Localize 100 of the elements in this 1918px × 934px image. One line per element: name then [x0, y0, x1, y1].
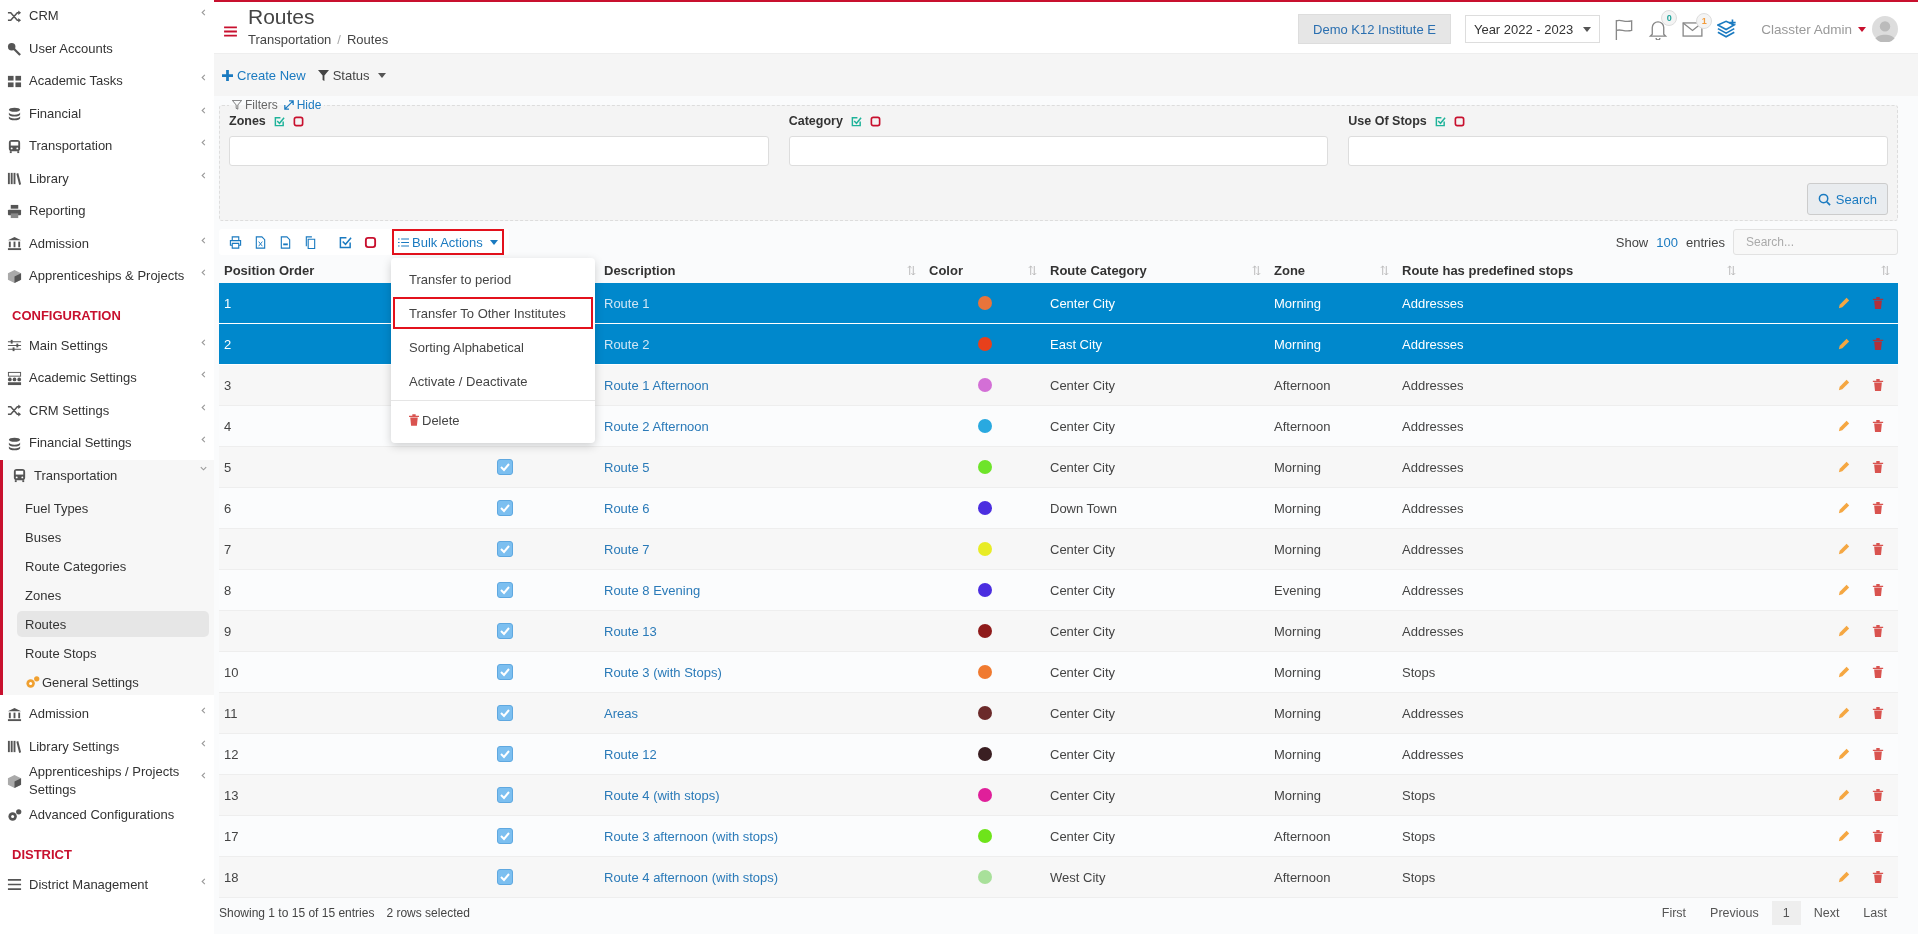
pencil-icon[interactable] — [1838, 461, 1850, 473]
pencil-icon[interactable] — [1838, 666, 1850, 678]
sidebar-item[interactable]: Buses — [17, 524, 209, 550]
route-link[interactable]: Route 1 Afternoon — [604, 377, 709, 393]
sidebar-item[interactable]: Transportation — [3, 459, 214, 492]
breadcrumb-item[interactable]: Transportation — [248, 32, 332, 47]
pencil-icon[interactable] — [1838, 297, 1850, 309]
route-link[interactable]: Route 6 — [604, 500, 650, 516]
column-header[interactable]: Description — [604, 262, 676, 278]
route-link[interactable]: Route 4 afternoon (with stops) — [604, 869, 779, 885]
route-link[interactable]: Route 7 — [604, 541, 650, 557]
column-header[interactable]: Color — [929, 262, 963, 278]
sidebar-item[interactable]: Apprenticeships & Projects — [0, 260, 214, 293]
column-header[interactable]: Zone — [1274, 262, 1306, 278]
trash-icon[interactable] — [1872, 871, 1884, 883]
sort-icon[interactable] — [1727, 264, 1736, 276]
sidebar-item[interactable]: General Settings — [17, 669, 209, 695]
menu-item[interactable]: Transfer To Other Institutes — [393, 297, 593, 329]
pencil-icon[interactable] — [1838, 584, 1850, 596]
pencil-icon[interactable] — [1838, 789, 1850, 801]
sidebar-item[interactable]: Transportation — [0, 130, 214, 163]
route-link[interactable]: Route 8 Evening — [604, 582, 701, 598]
sidebar-item[interactable]: CRM Settings — [0, 394, 214, 427]
sidebar-item[interactable]: District Management — [0, 868, 214, 901]
status-dropdown[interactable]: Status — [317, 67, 386, 83]
sidebar-item[interactable]: Routes — [17, 611, 209, 637]
trash-icon[interactable] — [1872, 379, 1884, 391]
trash-icon[interactable] — [1872, 584, 1884, 596]
route-link[interactable]: Route 2 Afternoon — [604, 418, 709, 434]
trash-icon[interactable] — [1872, 830, 1884, 842]
checkbox[interactable] — [497, 664, 513, 680]
pencil-icon[interactable] — [1838, 338, 1850, 350]
year-dropdown[interactable]: Year 2022 - 2023 — [1464, 15, 1601, 43]
sort-icon[interactable] — [1380, 264, 1389, 276]
trash-icon[interactable] — [1872, 707, 1884, 719]
column-header[interactable]: Route Category — [1050, 262, 1147, 278]
pencil-icon[interactable] — [1838, 502, 1850, 514]
create-new-button[interactable]: Create New — [222, 67, 306, 83]
menu-item[interactable]: Delete — [393, 404, 593, 436]
pencil-icon[interactable] — [1838, 420, 1850, 432]
pencil-icon[interactable] — [1838, 543, 1850, 555]
table-search-field[interactable]: Search... — [1733, 229, 1898, 255]
sidebar-item[interactable]: Main Settings — [0, 329, 214, 362]
menu-item[interactable]: Activate / Deactivate — [393, 365, 593, 397]
mail-icon[interactable] — [1682, 21, 1704, 37]
sidebar-item[interactable]: Reporting — [0, 195, 214, 228]
pagination-button[interactable]: 1 — [1771, 901, 1801, 925]
trash-icon[interactable] — [1872, 502, 1884, 514]
menu-item[interactable]: Sorting Alphabetical — [393, 331, 593, 363]
checkbox[interactable] — [497, 828, 513, 844]
avatar[interactable] — [1872, 16, 1898, 42]
trash-icon[interactable] — [1872, 297, 1884, 309]
bell-icon[interactable] — [1648, 18, 1669, 40]
sidebar-item[interactable]: Fuel Types — [17, 495, 209, 521]
checkbox[interactable] — [497, 746, 513, 762]
checkbox[interactable] — [497, 869, 513, 885]
pagination-button[interactable]: Previous — [1699, 901, 1770, 925]
uncheck-all-icon[interactable] — [869, 115, 881, 127]
sidebar-item[interactable]: Admission — [0, 227, 214, 260]
checkbox[interactable] — [497, 582, 513, 598]
route-link[interactable]: Areas — [604, 705, 638, 721]
pencil-icon[interactable] — [1838, 379, 1850, 391]
sort-icon[interactable] — [1881, 264, 1890, 276]
trash-icon[interactable] — [1872, 666, 1884, 678]
route-link[interactable]: Route 3 (with Stops) — [604, 664, 722, 680]
sidebar-item[interactable]: Library — [0, 162, 214, 195]
trash-icon[interactable] — [1872, 789, 1884, 801]
column-header[interactable]: Route has predefined stops — [1402, 262, 1574, 278]
filter-input[interactable] — [788, 136, 1329, 166]
trash-icon[interactable] — [1872, 543, 1884, 555]
pencil-icon[interactable] — [1838, 748, 1850, 760]
route-link[interactable]: Route 3 afternoon (with stops) — [604, 828, 779, 844]
pencil-icon[interactable] — [1838, 830, 1850, 842]
page-size-select[interactable]: 100 — [1656, 234, 1678, 250]
pencil-icon[interactable] — [1838, 625, 1850, 637]
trash-icon[interactable] — [1872, 461, 1884, 473]
checkbox[interactable] — [497, 459, 513, 475]
route-link[interactable]: Route 13 — [604, 623, 657, 639]
check-all-icon[interactable] — [273, 115, 285, 127]
sort-icon[interactable] — [1028, 264, 1037, 276]
pagination-button[interactable]: Next — [1802, 901, 1851, 925]
check-all-icon[interactable] — [850, 115, 862, 127]
checkbox[interactable] — [497, 541, 513, 557]
checkbox[interactable] — [497, 787, 513, 803]
route-link[interactable]: Route 12 — [604, 746, 657, 762]
pencil-icon[interactable] — [1838, 707, 1850, 719]
sidebar-item[interactable]: Zones — [17, 582, 209, 608]
sidebar-item[interactable]: CRM — [0, 0, 214, 33]
pagination-button[interactable]: First — [1650, 901, 1698, 925]
layers-plus-icon[interactable] — [1717, 18, 1738, 40]
route-link[interactable]: Route 4 (with stops) — [604, 787, 720, 803]
check-all-icon[interactable] — [1434, 115, 1446, 127]
filter-input[interactable] — [1348, 136, 1888, 166]
checkbox[interactable] — [497, 623, 513, 639]
sidebar-item[interactable]: Admission — [0, 698, 214, 731]
search-button[interactable]: Search — [1806, 183, 1888, 215]
bulk-actions-button[interactable]: Bulk Actions — [392, 229, 504, 255]
sort-icon[interactable] — [1252, 264, 1261, 276]
trash-icon[interactable] — [1872, 625, 1884, 637]
sidebar-item[interactable]: Academic Settings — [0, 362, 214, 395]
